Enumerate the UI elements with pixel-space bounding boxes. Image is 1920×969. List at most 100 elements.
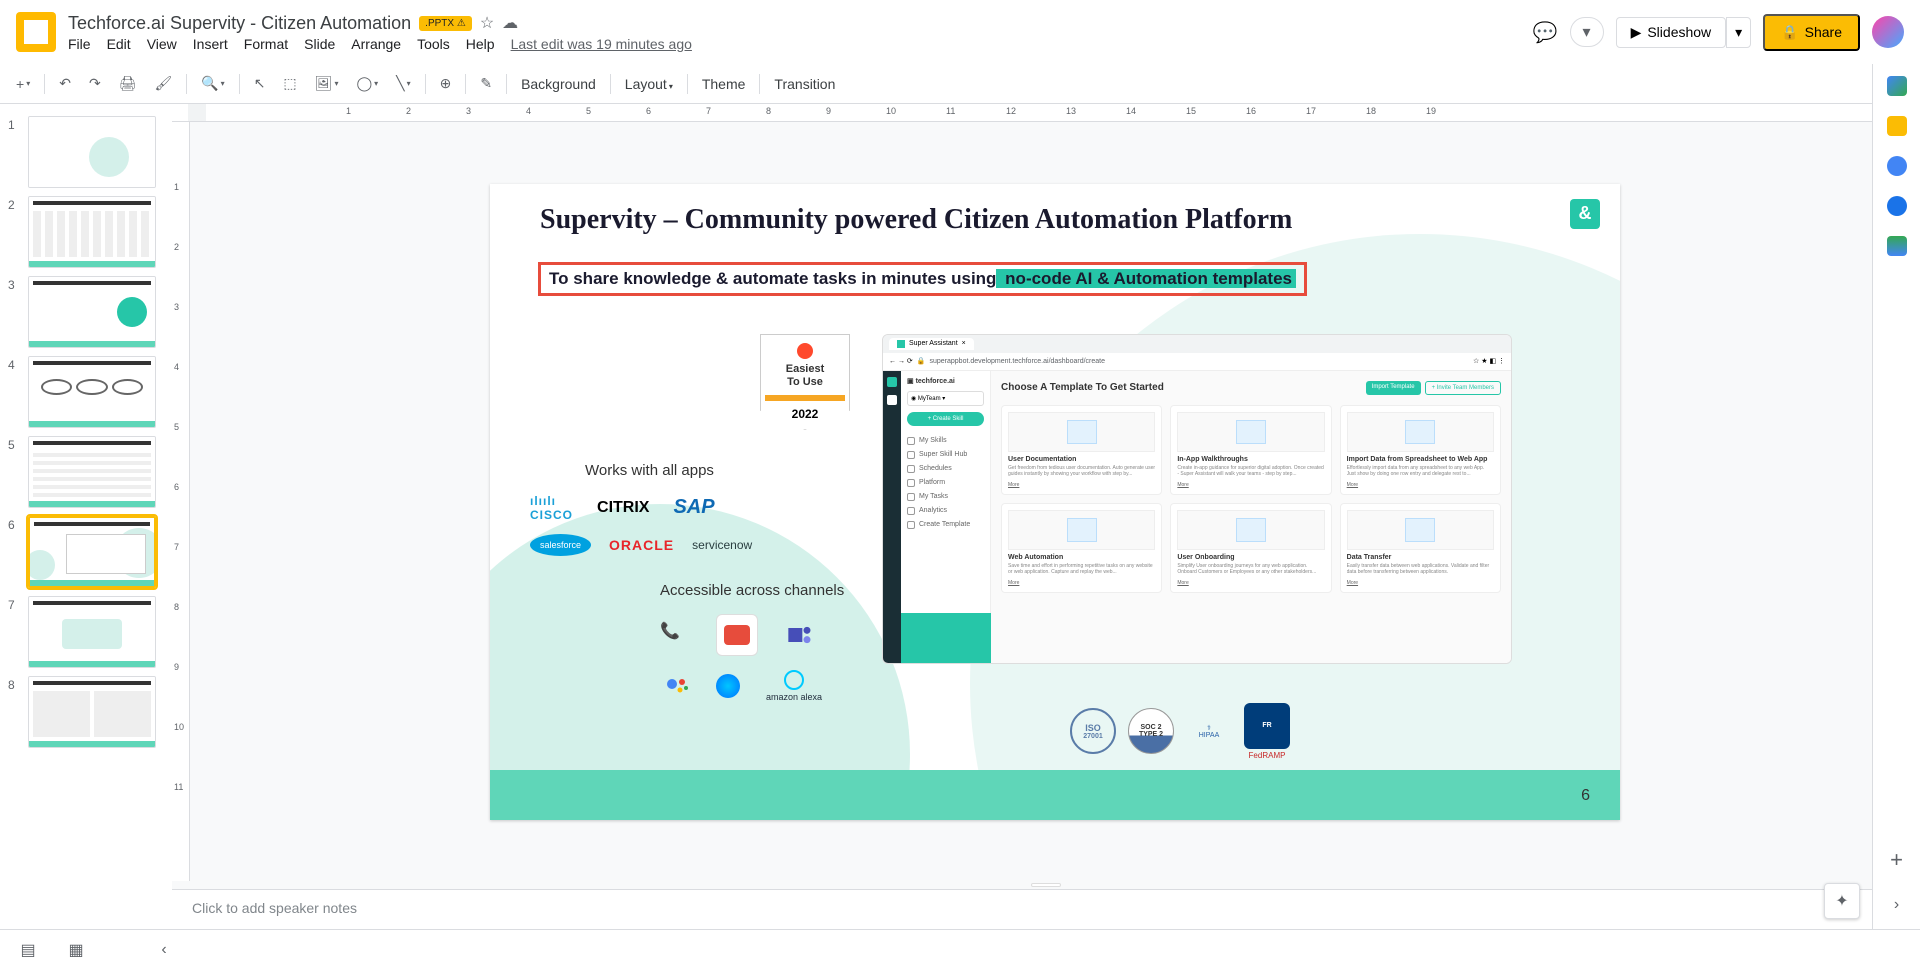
slide-canvas[interactable]: & Supervity – Community powered Citizen … [490,184,1620,820]
line-tool[interactable]: ╲ ▾ [388,69,418,98]
assistant-icon [666,674,690,698]
image-tool[interactable]: 🖼 ▾ [307,69,347,98]
format-badge: .PPTX ⚠ [419,16,472,31]
integration-logos-row1: ılıılıCISCO CITRIX SAP [530,494,715,522]
toolbar-separator [465,74,466,94]
speaker-notes[interactable]: Click to add speaker notes [172,889,1920,929]
toolbar-separator [186,74,187,94]
toolbar-separator [610,74,611,94]
slide-thumb-1[interactable]: 1 [0,112,172,192]
menu-file[interactable]: File [68,36,91,52]
template-more: More [1008,580,1155,586]
print-button[interactable]: 🖨 [111,69,145,98]
app-main: Choose A Template To Get Started Import … [991,371,1511,663]
slide-title[interactable]: Supervity – Community powered Citizen Au… [540,204,1292,236]
salesforce-logo: salesforce [530,534,591,556]
comment-tool[interactable]: ⊕ [432,69,460,98]
menu-arrange[interactable]: Arrange [351,36,401,52]
explore-fab[interactable]: ✦ [1824,883,1860,919]
user-avatar[interactable] [1872,16,1904,48]
comments-icon[interactable]: 💬 [1533,20,1558,45]
menu-slide[interactable]: Slide [304,36,335,52]
slide-thumb-2[interactable]: 2 [0,192,172,272]
slide-number: 4 [8,356,22,428]
toolbar: + ▾ ↶ ↷ 🖨 🖌 🔍 ▾ ↖ ⬚ 🖼 ▾ ◯ ▾ ╲ ▾ ⊕ ✎ Back… [0,64,1920,104]
subtitle-box[interactable]: To share knowledge & automate tasks in m… [538,262,1307,296]
layout-button[interactable]: Layout▾ [617,70,681,98]
template-title: Data Transfer [1347,554,1494,561]
slide-thumb-5[interactable]: 5 [0,432,172,512]
template-card: Web Automation Save time and effort in p… [1001,503,1162,593]
slideshow-dropdown[interactable]: ▾ [1726,17,1751,48]
pen-tool[interactable]: ✎ [472,69,500,98]
textbox-tool[interactable]: ⬚ [275,69,304,98]
redo-button[interactable]: ↷ [81,69,109,98]
undo-button[interactable]: ↶ [51,69,79,98]
star-icon[interactable]: ☆ [480,13,494,33]
slideshow-button[interactable]: ▶ Slideshow [1616,17,1727,48]
select-tool[interactable]: ↖ [246,69,274,98]
share-button[interactable]: 🔒 Share [1763,14,1860,51]
vertical-ruler: 123 456 789 1011 [172,122,190,881]
theme-button[interactable]: Theme [694,70,754,98]
document-title[interactable]: Techforce.ai Supervity - Citizen Automat… [68,13,411,34]
template-card: User Documentation Get freedom from tedi… [1001,405,1162,495]
hipaa-badge: ⚕HIPAA [1186,708,1232,754]
slide-number: 6 [8,516,22,588]
notes-placeholder: Click to add speaker notes [192,900,357,916]
cisco-logo: ılıılıCISCO [530,494,573,522]
menu-help[interactable]: Help [466,36,495,52]
collapse-filmstrip-icon[interactable]: ‹ [152,938,176,962]
filmstrip-view-icon[interactable]: ▤ [16,938,40,962]
rail-icon [887,395,897,405]
keep-icon[interactable] [1887,116,1907,136]
slide-thumb-6[interactable]: 6 [0,512,172,592]
slides-logo[interactable] [16,12,56,52]
slide-thumb-4[interactable]: 4 [0,352,172,432]
menu-tools[interactable]: Tools [417,36,450,52]
menu-format[interactable]: Format [244,36,288,52]
template-title: User Onboarding [1177,554,1324,561]
toolbar-separator [239,74,240,94]
menu-edit[interactable]: Edit [107,36,131,52]
tasks-icon[interactable] [1887,156,1907,176]
notes-resize-handle[interactable] [172,881,1920,889]
maps-icon[interactable] [1887,236,1907,256]
template-title: User Documentation [1008,456,1155,463]
slide-viewport[interactable]: & Supervity – Community powered Citizen … [190,122,1920,881]
messenger-icon [716,674,740,698]
grid-view-icon[interactable]: ▦ [64,938,88,962]
new-slide-button[interactable]: + ▾ [8,70,38,98]
calendar-icon[interactable] [1887,76,1907,96]
app-body: ▣ techforce.ai ◉ MyTeam ▾ + Create Skill… [883,371,1511,663]
template-more: More [1008,482,1155,488]
nav-analytics: Analytics [907,504,984,518]
shape-tool[interactable]: ◯ ▾ [348,69,386,98]
template-more: More [1347,482,1494,488]
menu-insert[interactable]: Insert [193,36,228,52]
g2-text: To Use [765,376,845,389]
slide-thumb-7[interactable]: 7 [0,592,172,672]
hide-sidepanel-icon[interactable]: › [1885,893,1909,917]
g2-year: 2022 [765,407,845,421]
last-edit-link[interactable]: Last edit was 19 minutes ago [511,36,692,52]
contacts-icon[interactable] [1887,196,1907,216]
cloud-status-icon[interactable]: ☁ [502,13,518,33]
background-button[interactable]: Background [513,70,604,98]
transition-button[interactable]: Transition [766,70,843,98]
template-title: Web Automation [1008,554,1155,561]
slide-thumb-3[interactable]: 3 [0,272,172,352]
meet-dropdown[interactable]: ▾ [1570,17,1604,47]
filmstrip[interactable]: 1 2 3 4 5 6 7 8 [0,104,172,929]
paint-format-button[interactable]: 🖌 [146,69,180,98]
template-more: More [1347,580,1494,586]
nav-my-skills: My Skills [907,434,984,448]
slide-thumb-8[interactable]: 8 [0,672,172,752]
browser-tab-bar: Super Assistant × [883,335,1511,353]
menu-view[interactable]: View [147,36,177,52]
template-desc: Simplify User onboarding journeys for an… [1177,563,1324,577]
template-card: Import Data from Spreadsheet to Web App … [1340,405,1501,495]
zoom-button[interactable]: 🔍 ▾ [193,69,232,98]
header-actions: 💬 ▾ ▶ Slideshow ▾ 🔒 Share [1533,14,1904,51]
addons-plus-icon[interactable]: + [1890,847,1903,873]
